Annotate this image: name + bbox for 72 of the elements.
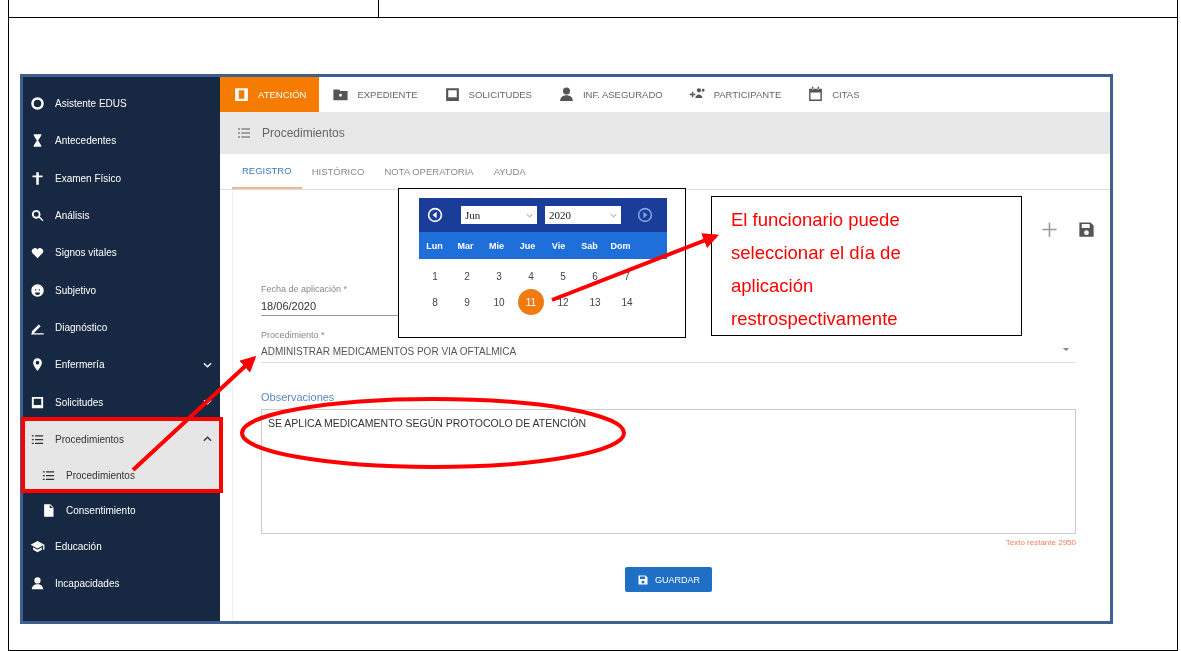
tab-icon [557,86,575,103]
sidebar-item[interactable]: Enfermería [23,346,220,384]
previous-month-icon[interactable] [427,207,443,223]
caret-icon [610,212,617,218]
caret-icon [1062,347,1070,352]
sidebar-item[interactable]: Examen Físico [23,159,220,197]
list-icon [236,125,252,141]
sidebar-icon [30,282,45,298]
tab-icon [233,86,250,103]
add-icon[interactable] [1040,219,1059,239]
weekday-label: Lun [425,240,444,251]
save-button[interactable]: GUARDAR [625,567,712,592]
sub-tab[interactable]: AYUDA [483,154,536,189]
sub-tab[interactable]: HISTÓRICO [301,154,375,189]
calendar-day[interactable]: 5 [547,263,579,289]
top-tab[interactable]: EXPEDIENTE [319,77,431,112]
tab-icon [443,86,461,103]
character-counter: Texto restante 2950 [1004,538,1076,547]
calendar-day[interactable]: 6 [579,263,611,289]
year-select[interactable]: 2020 [545,206,621,224]
sidebar-icon [30,576,45,592]
calendar-day[interactable]: 4 [515,263,547,289]
weekday-label: Mie [488,240,505,251]
tab-icon [807,86,825,103]
calendar-day[interactable]: 9 [451,289,483,315]
sidebar-icon [41,502,56,518]
sidebar-icon [30,96,45,112]
next-month-icon[interactable] [637,207,653,223]
top-tab[interactable]: INF. ASEGURADO [544,77,676,112]
month-select[interactable]: Jun [461,206,537,224]
sidebar-icon [30,539,45,555]
weekday-label: Sab [580,240,599,251]
sidebar-icon [30,170,45,186]
sidebar-item[interactable]: Asistente EDUS [23,85,220,123]
top-tab[interactable]: SOLICITUDES [430,77,545,112]
annotation-text: El funcionario puede seleccionar el día de aplicación restrospectivamente [731,208,902,331]
section-title: Procedimientos [262,126,345,140]
sidebar-item[interactable]: Solicitudes [23,383,220,421]
sidebar-icon [30,245,45,261]
weekday-label: Mar [456,240,475,251]
sidebar-subitem[interactable]: Consentimiento [23,492,220,528]
calendar-day[interactable]: 14 [611,289,643,315]
sidebar-item[interactable]: Análisis [23,196,220,235]
observations-textarea[interactable]: SE APLICA MEDICAMENTO SEGÚN PROTOCOLO DE ATENCIÓN [261,409,1076,534]
weekday-label: Vie [550,240,567,251]
save-icon [637,573,649,586]
weekday-label: Dom [609,240,632,251]
save-icon[interactable] [1077,219,1096,239]
sidebar-item[interactable]: Diagnóstico [23,308,220,347]
sub-tab[interactable]: NOTA OPERATORIA [374,154,484,189]
calendar-day[interactable]: 2 [451,263,483,289]
observations-label: Observaciones [261,391,336,403]
sidebar-icon [30,208,45,224]
calendar-day[interactable]: 8 [419,289,451,315]
sidebar-item[interactable]: Procedimientos [23,420,220,458]
calendar-day[interactable]: 3 [483,263,515,289]
weekday-label: Jue [518,240,537,251]
top-tab[interactable]: CITAS [794,77,873,112]
top-tab[interactable]: PARTICIPANTE [675,77,795,112]
sidebar-item[interactable]: Incapacidades [23,565,220,603]
sidebar-item[interactable]: Antecedentes [23,122,220,160]
sidebar-item[interactable]: Subjetivo [23,271,220,309]
sidebar-item[interactable]: Signos vitales [23,234,220,272]
calendar-day[interactable]: 1 [419,263,451,289]
sidebar-item[interactable]: Educación [23,527,220,566]
calendar-day[interactable]: 12 [547,289,579,315]
sidebar-icon [30,394,45,410]
calendar-day[interactable]: 10 [483,289,515,315]
sub-tab[interactable]: REGISTRO [232,154,302,189]
calendar-day[interactable]: 13 [579,289,611,315]
sidebar-icon [30,357,45,373]
caret-icon [526,212,533,218]
